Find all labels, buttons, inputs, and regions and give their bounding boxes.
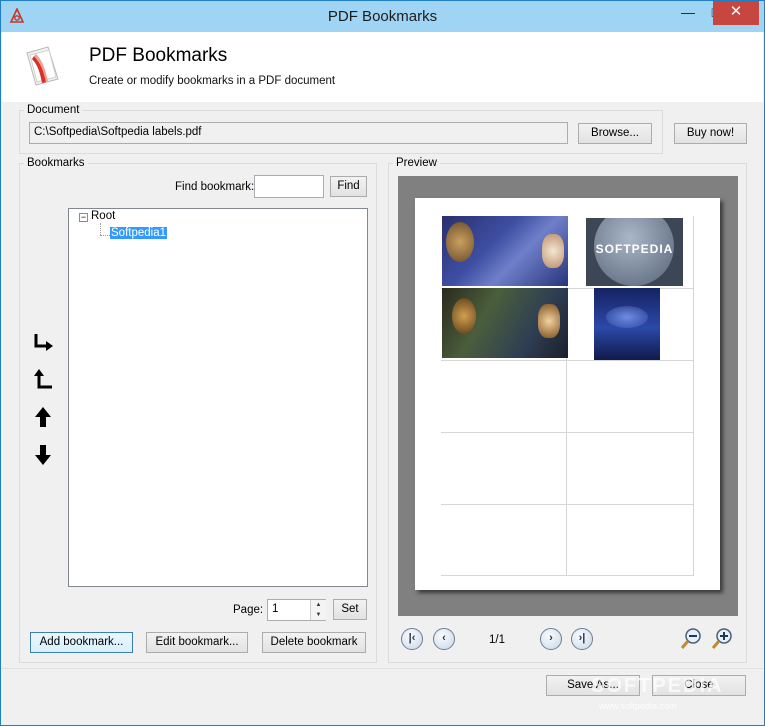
- tree-collapse-toggle[interactable]: −: [79, 213, 88, 222]
- browse-button[interactable]: Browse...: [578, 123, 652, 144]
- tree-connector: [100, 235, 110, 236]
- main-window: PDF Bookmarks — □ ✕ PDF Bookmarks Create…: [0, 0, 765, 726]
- tree-connector: [100, 223, 101, 235]
- outdent-left-icon[interactable]: [31, 366, 55, 390]
- window-title: PDF Bookmarks: [327, 8, 438, 25]
- find-bookmark-label: Find bookmark:: [175, 181, 255, 193]
- document-path-field[interactable]: C:\Softpedia\Softpedia labels.pdf: [29, 122, 568, 144]
- softpedia-watermark: SOFTPEDIA: [591, 675, 724, 697]
- document-group-label: Document: [24, 104, 83, 116]
- move-down-icon[interactable]: [31, 443, 55, 467]
- thumbnail-text: SOFTPEDIA: [595, 242, 674, 256]
- title-bar: PDF Bookmarks — □ ✕: [1, 1, 764, 32]
- bookmark-tree[interactable]: − Root Softpedia1: [68, 208, 368, 587]
- footer-separator: [2, 668, 763, 669]
- label-thumbnail: [594, 288, 660, 360]
- preview-page: SOFTPEDIA: [415, 198, 720, 590]
- preview-group-label: Preview: [393, 157, 440, 169]
- find-bookmark-input[interactable]: [254, 175, 324, 198]
- close-window-button[interactable]: ✕: [713, 1, 759, 25]
- indent-right-icon[interactable]: [31, 331, 55, 355]
- delete-bookmark-button[interactable]: Delete bookmark: [262, 632, 366, 653]
- label-thumbnail: [442, 288, 568, 358]
- move-up-icon[interactable]: [31, 405, 55, 429]
- tree-item-root[interactable]: Root: [91, 210, 115, 222]
- header-title: PDF Bookmarks: [89, 45, 228, 66]
- last-page-icon[interactable]: ›|: [571, 628, 593, 650]
- bookmarks-group-label: Bookmarks: [24, 157, 88, 169]
- softpedia-url-watermark: www.softpedia.com: [599, 701, 677, 711]
- pdf-logo-icon: [26, 46, 59, 86]
- minimize-button[interactable]: —: [673, 1, 703, 25]
- header-banner: PDF Bookmarks Create or modify bookmarks…: [2, 32, 763, 102]
- softpedia-thumbnail: SOFTPEDIA: [586, 218, 683, 286]
- zoom-out-icon[interactable]: [679, 627, 703, 651]
- header-subtitle: Create or modify bookmarks in a PDF docu…: [89, 75, 336, 87]
- edit-bookmark-button[interactable]: Edit bookmark...: [146, 632, 248, 653]
- page-stepper[interactable]: ▲ ▼: [310, 600, 326, 620]
- add-bookmark-button[interactable]: Add bookmark...: [30, 632, 133, 653]
- preview-area[interactable]: SOFTPEDIA: [398, 176, 738, 616]
- zoom-in-icon[interactable]: [710, 627, 734, 651]
- prev-page-icon[interactable]: ‹: [433, 628, 455, 650]
- page-label: Page:: [233, 604, 264, 616]
- set-page-button[interactable]: Set: [333, 599, 367, 620]
- tree-item-softpedia1[interactable]: Softpedia1: [110, 227, 167, 239]
- find-button[interactable]: Find: [330, 176, 367, 197]
- next-page-icon[interactable]: ›: [540, 628, 562, 650]
- page-count: 1/1: [489, 634, 505, 646]
- buy-now-button[interactable]: Buy now!: [674, 123, 747, 144]
- label-thumbnail: [442, 216, 568, 286]
- first-page-icon[interactable]: |‹: [401, 628, 423, 650]
